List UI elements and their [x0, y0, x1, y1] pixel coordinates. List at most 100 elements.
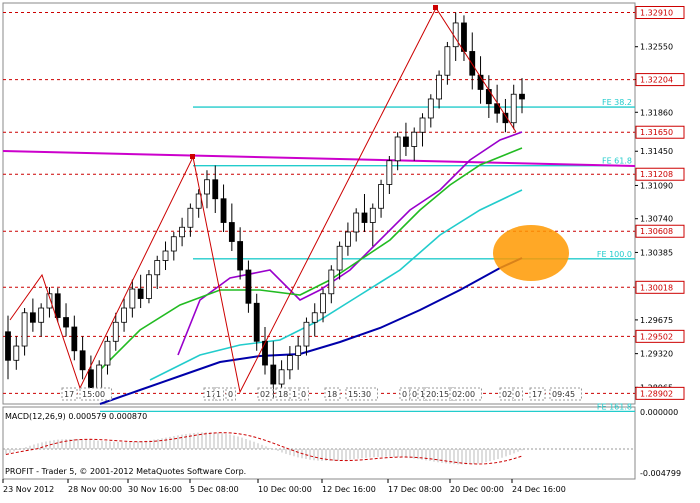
time-mark-label: 18 — [327, 390, 337, 399]
price-tick-label: 1.31090 — [640, 181, 673, 190]
price-tag: 1.32204 — [640, 76, 673, 85]
time-mark-label: 02 — [260, 390, 270, 399]
time-tick-label: 23 Nov 2012 — [3, 485, 54, 494]
candle-body — [204, 179, 210, 195]
candle-body — [427, 98, 434, 119]
time-mark-label: 20:15 — [426, 390, 449, 399]
candle-body — [137, 288, 144, 299]
candle-body — [394, 136, 401, 162]
candle-body — [303, 321, 310, 347]
price-tag: 1.32910 — [640, 9, 673, 18]
candle-body — [237, 241, 244, 271]
time-mark-label: 02 — [502, 390, 512, 399]
candle-body — [104, 340, 111, 366]
price-tag: 1.31650 — [640, 128, 673, 137]
highlight-ellipse — [493, 225, 569, 281]
time-tick-label: 17 Dec 08:00 — [388, 485, 442, 494]
candle-body — [452, 22, 459, 48]
time-mark-label: 0 — [412, 390, 417, 399]
time-mark-label: 02:00 — [452, 390, 475, 399]
price-tag: 1.30018 — [640, 283, 673, 292]
time-mark-label: 1 — [216, 390, 221, 399]
candle-body — [510, 93, 517, 124]
price-tick-label: 1.32550 — [640, 43, 673, 52]
price-tick-label: 1.31450 — [640, 147, 673, 156]
macd-axis-top: 0.000000 — [640, 408, 678, 417]
candle-body — [13, 345, 20, 361]
candle-body — [253, 302, 260, 342]
fibo-label: FE 38.2 — [602, 98, 632, 107]
candle-body — [369, 207, 376, 223]
candle-body — [361, 212, 368, 223]
candle-body — [228, 222, 235, 242]
candle-body — [187, 207, 194, 228]
candle-body — [5, 331, 11, 361]
price-tick-label: 1.29675 — [640, 316, 673, 325]
zigzag-marker-mid — [190, 154, 195, 159]
time-tick-label: 20 Dec 00:00 — [450, 485, 504, 494]
time-mark-label: 15:30 — [348, 390, 371, 399]
time-mark-label: 1 — [292, 390, 297, 399]
fibo-label: FE 161.8 — [597, 402, 632, 411]
candle-body — [311, 312, 318, 323]
price-tag: 1.30608 — [640, 227, 673, 236]
copyright-text: PROFIT - Trader 5, © 2001-2012 MetaQuote… — [5, 467, 246, 476]
candle-body — [485, 89, 492, 105]
zigzag-marker-top — [433, 5, 438, 10]
macd-label: MACD(12,26,9) 0.000579 0.000870 — [5, 412, 147, 421]
candle-body — [444, 46, 451, 76]
price-tick-label: 1.30385 — [640, 248, 673, 257]
time-mark-label: 18 — [278, 390, 288, 399]
candle-body — [96, 364, 103, 390]
candle-body — [88, 369, 94, 390]
chart-background — [0, 0, 700, 500]
candle-body — [112, 321, 119, 342]
candle-body — [121, 307, 127, 323]
time-mark-label: 17 — [532, 390, 542, 399]
macd-axis-bottom: -0.004799 — [640, 469, 681, 478]
candle-body — [353, 212, 360, 233]
price-tag: 1.28902 — [640, 389, 673, 398]
candle-body — [162, 250, 169, 261]
candle-body — [270, 364, 277, 385]
price-tag: 1.31208 — [640, 170, 673, 179]
candle-body — [63, 317, 69, 328]
candle-body — [170, 236, 177, 252]
trading-chart[interactable]: FE 38.2 FE 61.8 FE 100.0 FE 161.8 17 15:00 17… — [0, 0, 700, 500]
price-tag: 1.29502 — [640, 332, 673, 341]
time-mark-label: 0 — [515, 390, 520, 399]
price-tick-label: 1.30740 — [640, 215, 673, 224]
candle-body — [154, 260, 161, 276]
candle-body — [378, 184, 384, 209]
time-tick-label: 30 Nov 16:00 — [128, 485, 182, 494]
candle-body — [245, 269, 252, 304]
time-mark-label: 0 — [228, 390, 233, 399]
candle-body — [295, 345, 302, 356]
time-mark-label: 0 — [402, 390, 407, 399]
price-tick-label: 1.29320 — [640, 350, 673, 359]
time-tick-label: 5 Dec 08:00 — [190, 485, 239, 494]
candle-body — [79, 350, 86, 371]
candle-body — [212, 179, 219, 200]
candle-body — [278, 369, 285, 385]
candle-body — [179, 226, 185, 238]
candle-body — [519, 93, 525, 100]
fibo-label: FE 100.0 — [597, 250, 632, 259]
candle-body — [436, 74, 442, 100]
chart-canvas[interactable]: FE 38.2FE 61.8FE 100.0FE 161.8 17 15:00 17… — [0, 0, 700, 500]
candle-body — [220, 198, 227, 223]
candle-body — [345, 231, 351, 247]
candle-body — [54, 293, 61, 318]
price-tick-label: 1.31860 — [640, 108, 673, 117]
time-mark-label: 15:00 — [82, 390, 105, 399]
candle-body — [129, 288, 136, 309]
time-mark-label: 17 — [64, 390, 74, 399]
candle-body — [38, 307, 45, 323]
candle-body — [262, 340, 268, 366]
candle-body — [461, 22, 467, 52]
candle-body — [386, 160, 393, 185]
candle-body — [146, 274, 152, 299]
time-tick-label: 12 Dec 16:00 — [322, 485, 376, 494]
time-mark-label: 09:45 — [552, 390, 575, 399]
time-tick-label: 24 Dec 16:00 — [512, 485, 566, 494]
